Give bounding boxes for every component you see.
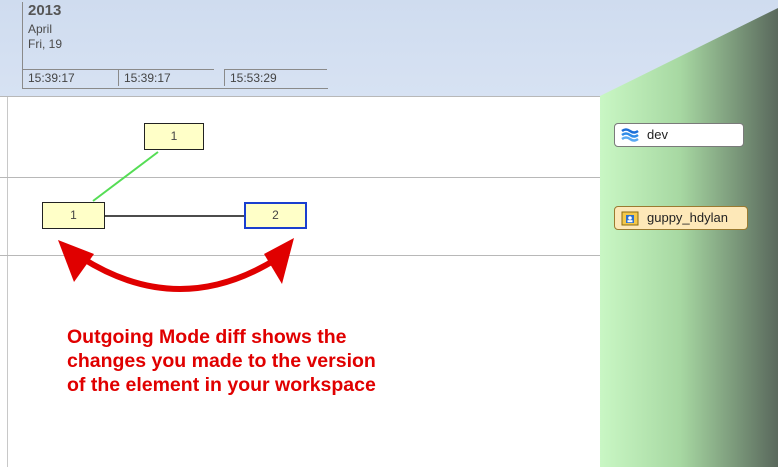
version-node-workspace-2[interactable]: 2 — [244, 202, 307, 229]
branch-workspace-label: guppy_hdylan — [647, 210, 728, 225]
workspace-folder-icon — [621, 211, 639, 226]
branch-workspace[interactable]: guppy_hdylan — [614, 206, 748, 230]
diff-arrow-head-left — [58, 240, 94, 282]
annotation-line-1: Outgoing Mode diff shows the — [67, 326, 347, 348]
diff-arrow — [80, 255, 280, 292]
annotation-line-3: of the element in your workspace — [67, 374, 376, 396]
version-node-parent[interactable]: 1 — [144, 123, 204, 150]
diff-arrow-head-right — [264, 238, 294, 284]
annotation-callout: Outgoing Mode diff shows the changes you… — [67, 325, 587, 397]
stream-icon — [621, 128, 639, 142]
merge-connector — [92, 151, 159, 202]
version-tree-view: 2013 April Fri, 19 15:39:17 15:39:17 15:… — [0, 0, 778, 467]
branch-dev-label: dev — [647, 127, 668, 142]
version-node-workspace-1[interactable]: 1 — [42, 202, 105, 229]
annotation-line-2: changes you made to the version — [67, 350, 376, 372]
branch-dev[interactable]: dev — [614, 123, 744, 147]
